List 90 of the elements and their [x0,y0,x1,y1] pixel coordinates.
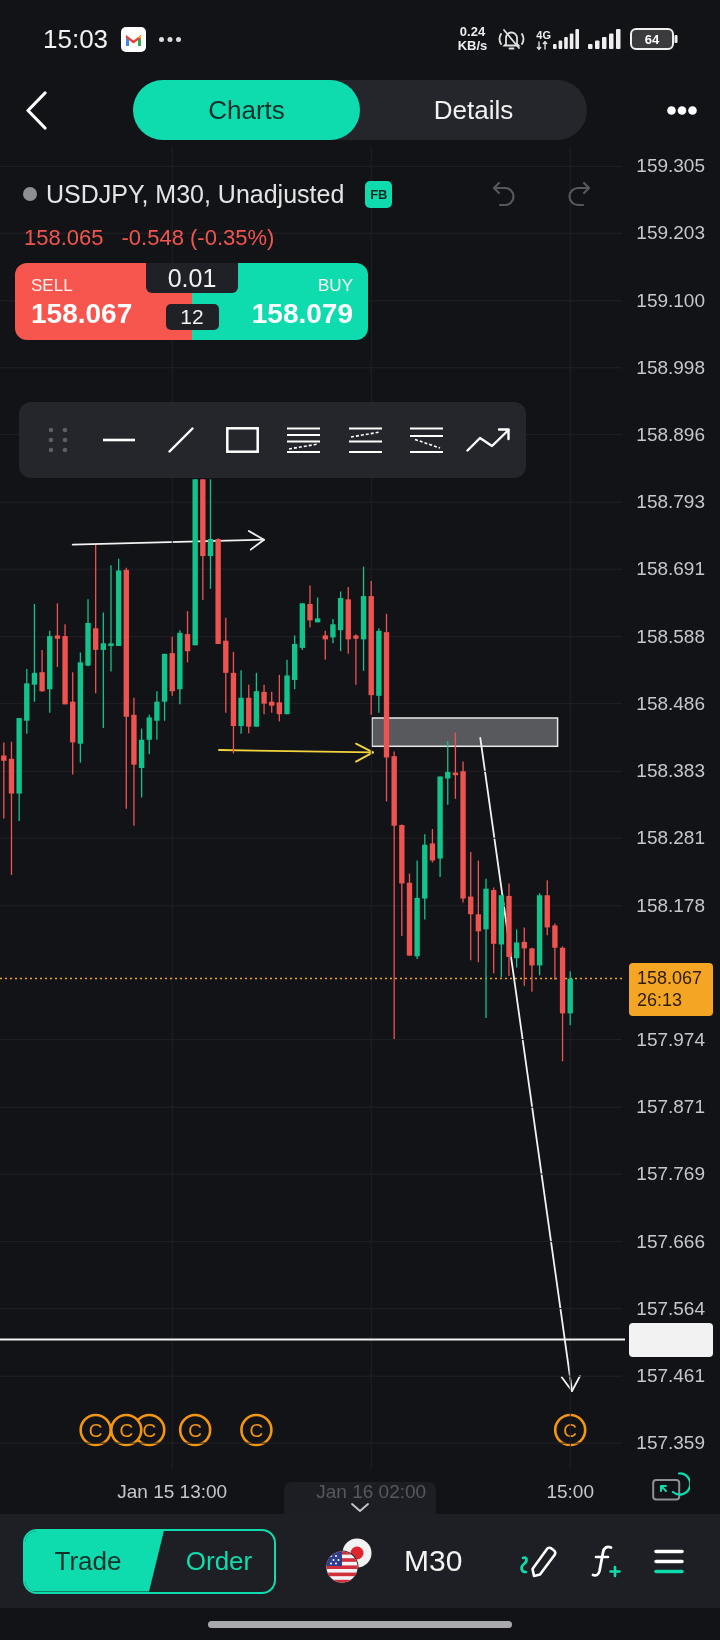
data-activity-icon [536,40,549,50]
symbol-title[interactable]: USDJPY, M30, Unadjusted [46,179,345,209]
candlestick [100,611,107,729]
chevron-down-icon [351,1503,369,1512]
price-axis-label: 158.178 [636,895,705,916]
spread-badge: 12 [165,304,219,330]
candlestick [39,649,45,693]
pencil-icon[interactable] [518,1544,558,1578]
price-axis-label: 157.564 [636,1298,705,1319]
mail-app-icon [121,26,147,52]
price-axis-label: 157.871 [636,1097,705,1118]
striped-lines-icon[interactable] [409,427,445,453]
event-marker[interactable]: C [79,1413,112,1447]
more-notifications-icon [159,36,182,42]
candlestick [475,859,482,963]
candlestick [529,947,535,993]
horizontal-line-icon[interactable] [103,438,136,442]
rectangle-icon[interactable] [225,427,259,453]
price-change: -0.548 (-0.35%) [121,225,275,251]
time-axis-label: Jan 15 13:00 [117,1481,228,1503]
candlestick [552,922,558,981]
network-type: 4G [536,28,551,41]
candlestick [108,564,114,673]
function-icon[interactable] [591,1544,623,1578]
candlestick [31,603,38,703]
candlestick [207,478,214,590]
price-axis-label: 159.203 [636,223,705,244]
view-tab[interactable]: Charts [133,80,360,140]
back-icon[interactable] [25,90,47,130]
rotate-screen-icon[interactable] [652,1471,690,1501]
timeframe-button[interactable]: M30 [404,1543,463,1579]
channel-lines-icon[interactable] [347,427,383,453]
price-axis-label: 157.974 [636,1029,705,1050]
lot-size-field[interactable]: 0.01 [146,263,238,293]
signal-icon [553,29,579,49]
candlestick [146,714,152,755]
more-icon[interactable] [667,105,697,115]
time-axis-label: Jan 16 02:00 [316,1481,427,1503]
network-speed-unit: KB/s [457,39,488,53]
candlestick [353,633,359,686]
view-tab[interactable]: Details [360,80,587,140]
price-axis-label: 157.359 [636,1433,705,1454]
event-marker[interactable]: C [553,1413,587,1447]
event-marker[interactable]: C [240,1413,273,1447]
price-axis-label: 158.998 [636,357,705,378]
signal-icon [588,29,621,49]
price-axis-label: 158.793 [636,492,705,513]
last-price: 158.065 [24,225,104,251]
battery-indicator: 64 [630,28,678,50]
price-axis-label: 158.896 [636,424,705,445]
trade-order-button[interactable]: Order [164,1530,274,1592]
candlestick [307,584,313,629]
candlestick [54,602,61,668]
candlestick [92,544,99,694]
status-dot-icon [23,187,37,201]
candlestick [330,618,336,644]
candlestick [276,674,283,723]
menu-icon[interactable] [654,1548,685,1574]
price-axis-label: 158.383 [636,761,705,782]
price-axis-label: 159.305 [636,156,705,177]
candlestick [314,596,321,623]
status-time: 15:03 [43,24,109,54]
price-axis-label: 158.486 [636,693,705,714]
zigzag-arrow-icon[interactable] [465,427,511,453]
price-axis-label: 158.691 [636,559,705,580]
candlestick [322,630,328,661]
countdown-label: 26:13 [637,989,683,1012]
price-axis-label: 157.461 [636,1366,705,1387]
price-axis-label: 158.588 [636,626,705,647]
current-price-label: 158.067 [637,967,703,990]
price-axis-label: 158.281 [636,828,705,849]
drag-handle-icon[interactable] [47,427,68,453]
stacked-lines-icon[interactable] [286,427,322,453]
candlestick [1,741,7,820]
network-speed: 0.24 [459,25,486,39]
price-axis-label: 159.100 [636,290,705,311]
price-axis-label: 157.666 [636,1231,705,1252]
price-axis-label: 157.769 [636,1164,705,1185]
trade-order-button[interactable]: Trade [25,1530,164,1592]
candlestick [513,928,520,969]
candlestick [269,691,275,714]
time-axis-label: 15:00 [546,1481,594,1503]
candlestick [261,684,267,715]
candlestick [184,610,191,663]
symbol-badge: FB [365,180,393,208]
trend-line-icon[interactable] [167,427,194,453]
currency-flags-icon[interactable] [325,1538,373,1584]
candlestick [154,690,160,741]
candlestick [429,828,436,864]
event-marker[interactable]: C [178,1413,212,1447]
